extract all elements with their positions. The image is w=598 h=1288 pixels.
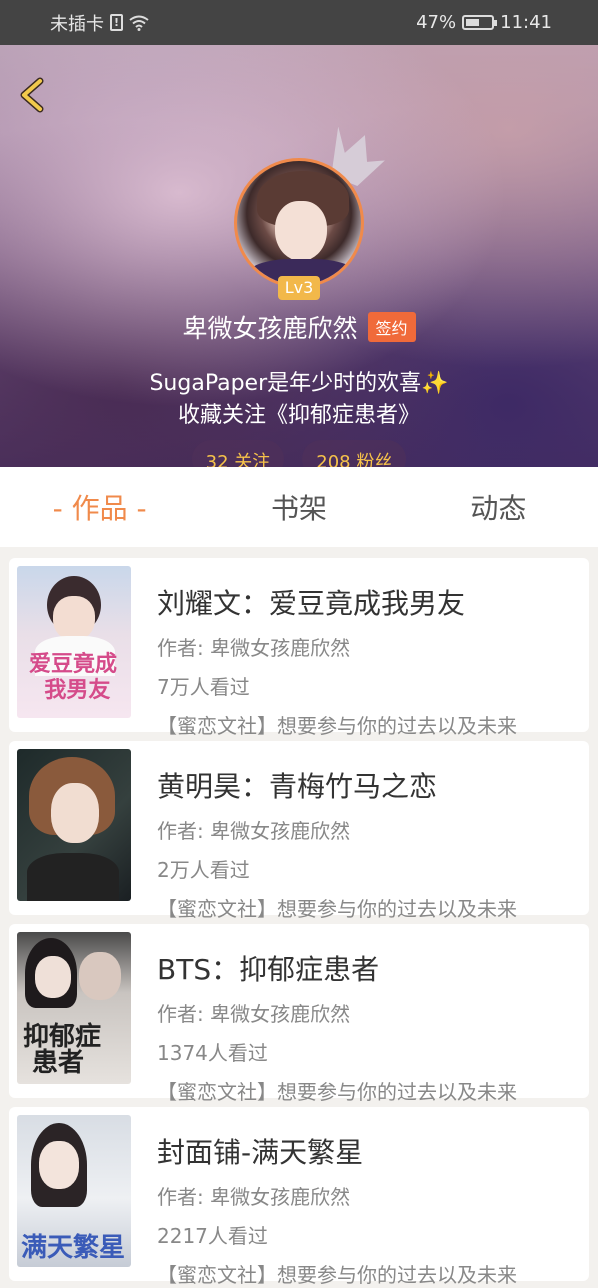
signed-badge: 签约 [367,312,416,342]
battery-icon [462,15,498,30]
following-count-button[interactable]: 32 关注 [191,440,285,467]
back-arrow-icon[interactable] [16,75,48,115]
clock: 11:41 [500,12,552,33]
book-author: 作者: 卑微女孩鹿欣然 [157,636,351,660]
book-author: 作者: 卑微女孩鹿欣然 [157,1185,351,1209]
book-title: 封面铺-满天繁星 [157,1136,364,1169]
book-card[interactable]: 爱豆竟成 我男友 刘耀文：爱豆竟成我男友 作者: 卑微女孩鹿欣然 7万人看过 【… [9,558,589,738]
avatar[interactable] [234,158,364,288]
battery-percent: 47% [416,12,457,33]
bio-line-2: 收藏关注《抑郁症患者》 [177,403,420,428]
book-title: 黄明昊：青梅竹马之恋 [157,770,438,803]
level-badge: Lv3 [278,276,320,300]
tab-works[interactable]: - 作品 - [0,467,199,547]
book-description: 【蜜恋文社】想要参与你的过去以及未来 [157,897,517,921]
book-card[interactable]: 满天繁星 封面铺-满天繁星 作者: 卑微女孩鹿欣然 2217人看过 【蜜恋文社】… [9,1107,589,1287]
book-cover-image: 抑郁症 患者 [17,932,131,1084]
wifi-icon [129,15,149,31]
book-cover-image: 满天繁星 [17,1115,131,1267]
book-views: 7万人看过 [157,675,250,699]
book-description: 【蜜恋文社】想要参与你的过去以及未来 [157,1080,517,1104]
book-description: 【蜜恋文社】想要参与你的过去以及未来 [157,714,517,738]
carrier-label: 未插卡 [50,13,104,35]
username: 卑微女孩鹿欣然 [182,314,358,343]
book-description: 【蜜恋文社】想要参与你的过去以及未来 [157,1263,517,1287]
tab-activity[interactable]: 动态 [399,467,598,547]
book-author: 作者: 卑微女孩鹿欣然 [157,819,351,843]
book-card[interactable]: 抑郁症 患者 BTS：抑郁症患者 作者: 卑微女孩鹿欣然 1374人看过 【蜜恋… [9,924,589,1104]
book-card[interactable]: 黄明昊：青梅竹马之恋 作者: 卑微女孩鹿欣然 2万人看过 【蜜恋文社】想要参与你… [9,741,589,921]
status-bar: 未插卡 ! 47% 11:41 [0,0,598,45]
sim-alert-icon: ! [110,14,123,31]
bio-line-1: SugaPaper是年少时的欢喜✨ [149,371,449,396]
tab-bar: - 作品 - 书架 动态 [0,467,598,547]
book-author: 作者: 卑微女孩鹿欣然 [157,1002,351,1026]
book-views: 1374人看过 [157,1041,268,1065]
book-cover-image [17,749,131,901]
book-views: 2217人看过 [157,1224,268,1248]
tab-bookshelf[interactable]: 书架 [199,467,398,547]
book-title: BTS：抑郁症患者 [157,953,380,986]
profile-header: Lv3 卑微女孩鹿欣然 签约 SugaPaper是年少时的欢喜✨ 收藏关注《抑郁… [0,45,598,467]
book-title: 刘耀文：爱豆竟成我男友 [157,587,466,620]
book-cover-image: 爱豆竟成 我男友 [17,566,131,718]
book-views: 2万人看过 [157,858,250,882]
followers-count-button[interactable]: 208 粉丝 [302,440,407,467]
